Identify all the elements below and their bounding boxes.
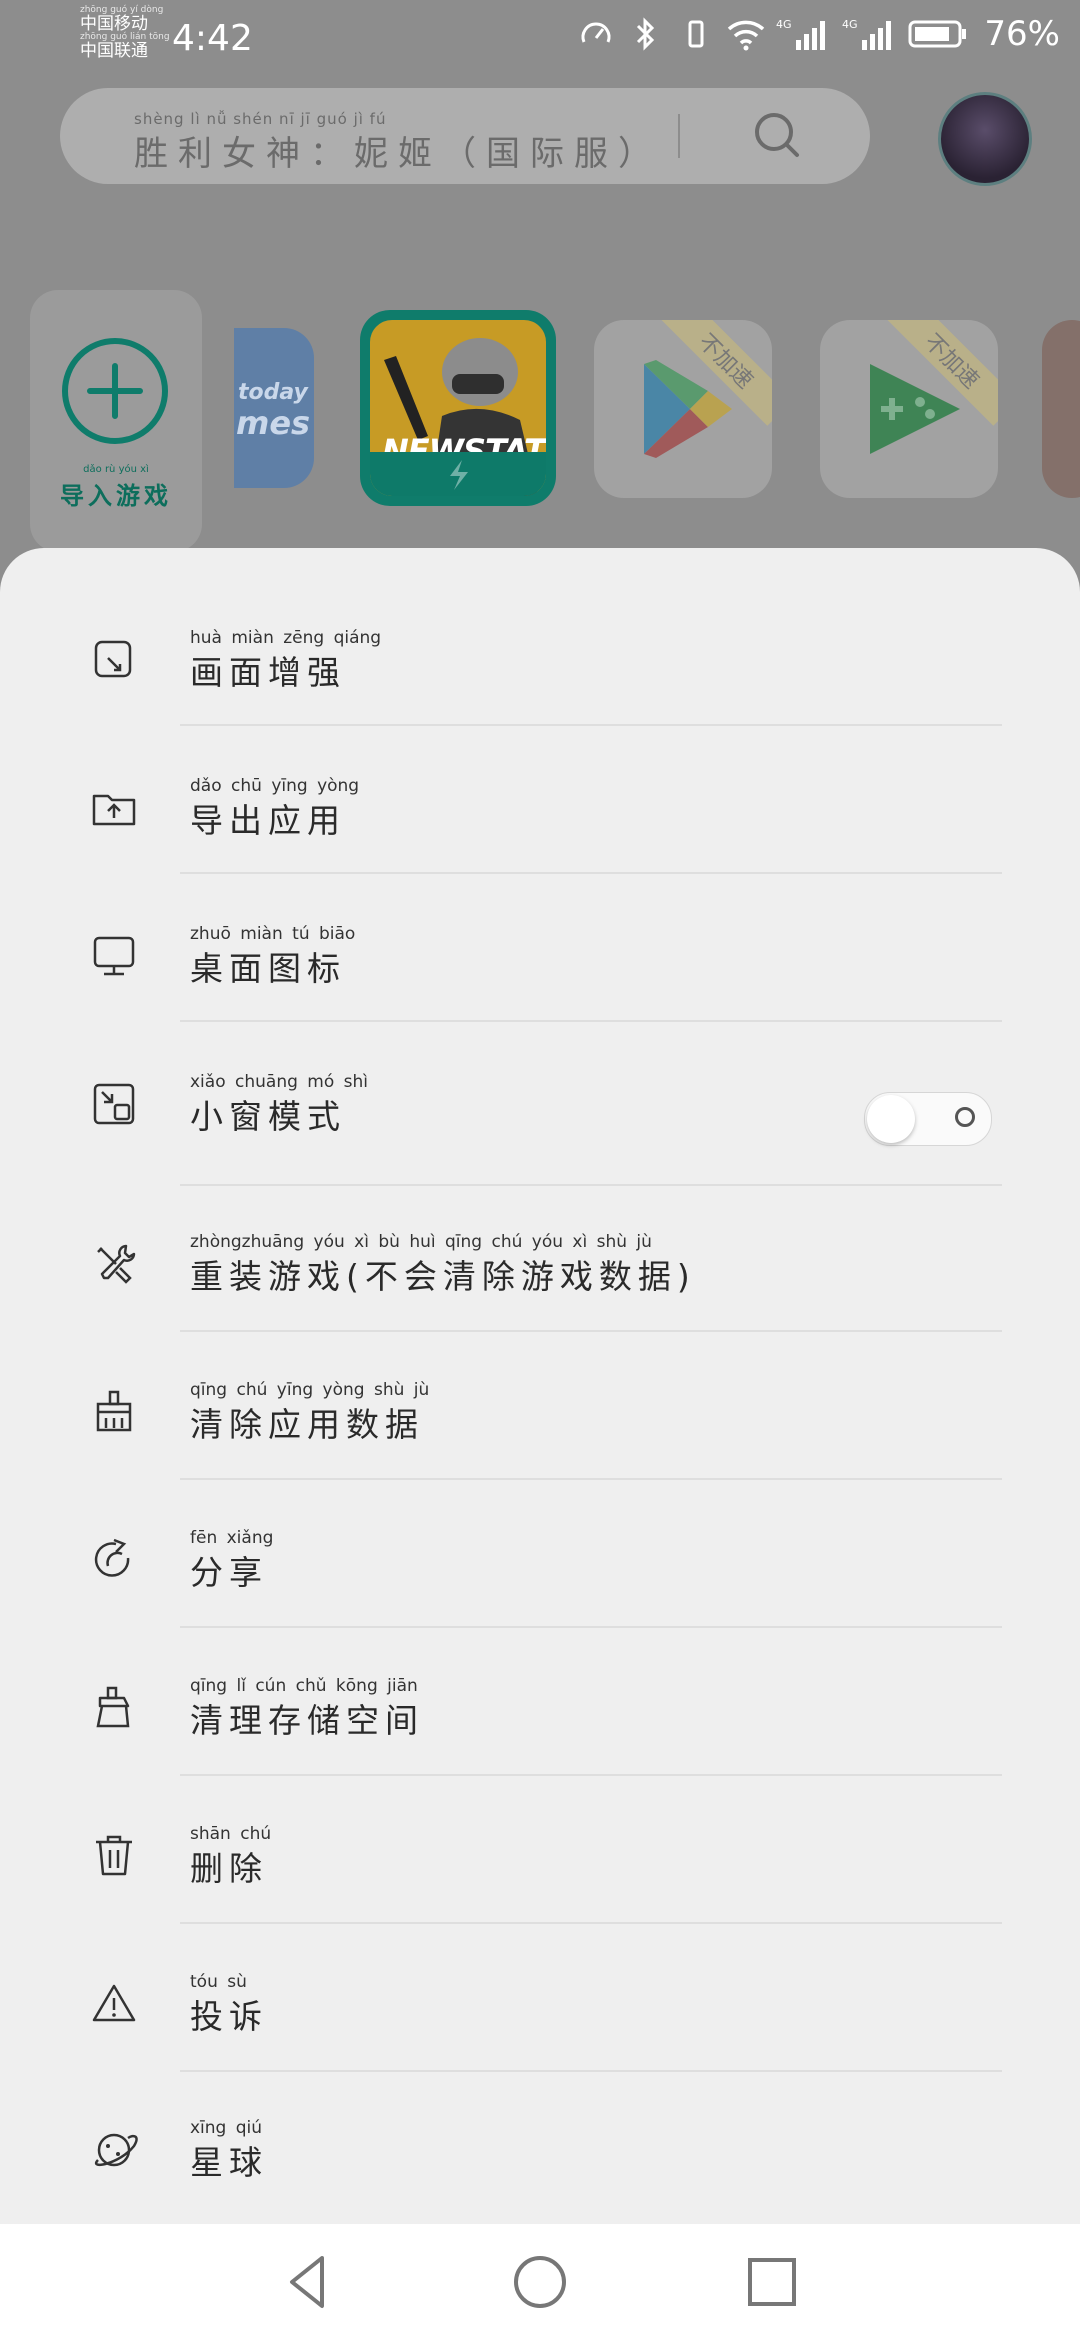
import-pinyin: dǎo rù yóu xì [83,464,149,475]
recents-icon[interactable] [742,2252,802,2312]
play-games-icon [870,364,960,454]
divider [180,872,1002,874]
menu-pinyin: huà miàn zēng qiáng [190,628,382,648]
toggle-knob [867,1095,915,1143]
game-tile-partial[interactable] [1042,320,1080,498]
clear-data-icon [96,1390,132,1432]
menu-label: 删除 [190,1849,268,1888]
game-shelf: dǎo rù yóu xì 导入游戏 today mes NEWSTATE [0,290,1080,560]
carrier2-label: 中国联通 [80,41,148,61]
vibrate-icon [676,14,716,54]
battery-percent: 76% [984,14,1060,54]
game-tile-today[interactable]: today mes [234,328,314,488]
small-window-toggle[interactable] [864,1092,992,1146]
divider [180,2070,1002,2072]
lightning-icon [450,460,468,490]
divider [180,1330,1002,1332]
divider [180,1922,1002,1924]
menu-label: 投诉 [190,1997,268,2036]
signal2-icon: 4G [842,14,898,54]
menu-pinyin: xīng qiú [190,2118,263,2138]
menu-pinyin: fēn xiǎng [190,1528,274,1548]
tools-icon [97,1244,136,1284]
divider [180,1626,1002,1628]
search-icon[interactable] [752,110,802,160]
search-text: 胜利女神：妮姬（国际服） [134,134,662,174]
clock: 4:42 [172,18,253,59]
wifi-icon [726,14,766,54]
battery-icon [908,14,968,54]
network2-label: 4G [842,18,858,31]
small-window-icon [93,1083,135,1125]
toggle-off-indicator [955,1107,975,1127]
export-folder-icon [92,794,136,826]
menu-label: 清除应用数据 [190,1405,424,1444]
status-bar: zhōng guó yí dòng 中国移动 zhōng guó lián tō… [0,0,1080,82]
network1-label: 4G [776,18,792,31]
menu-pinyin: qīng lǐ cún chǔ kōng jiān [190,1676,418,1696]
divider [180,1478,1002,1480]
menu-label: 分享 [190,1553,268,1592]
carrier1-label: 中国移动 [80,14,148,34]
newstate-artwork: NEWSTATE [370,320,546,496]
trash-icon [96,1835,132,1876]
warning-icon [92,1984,136,2022]
share-icon [94,1538,130,1577]
play-store-icon [644,360,732,458]
game-tile-play-games[interactable]: 不加速 [820,320,998,498]
menu-pinyin: xiǎo chuāng mó shì [190,1072,369,1092]
divider [180,1774,1002,1776]
game-tile-play-store[interactable]: 不加速 [594,320,772,498]
menu-pinyin: tóu sù [190,1972,247,1992]
menu-pinyin: shān chú [190,1824,272,1844]
today-text-2: mes [236,404,311,442]
planet-icon [94,2133,138,2167]
signal1-icon: 4G [776,14,832,54]
carrier-info: zhōng guó yí dòng 中国移动 zhōng guó lián tō… [80,6,170,61]
newstate-band [370,452,546,496]
divider [180,1184,1002,1186]
import-game-button[interactable]: dǎo rù yóu xì 导入游戏 [30,290,202,552]
home-icon[interactable] [510,2252,570,2312]
menu-pinyin: qīng chú yīng yòng shù jù [190,1380,430,1400]
search-bar[interactable]: shèng lì nǚ shén nī jī guó jì fú 胜利女神：妮姬… [60,88,870,184]
search-divider [678,114,680,158]
import-label: 导入游戏 [60,482,172,510]
menu-label: 星球 [190,2143,268,2182]
back-icon[interactable] [278,2252,338,2312]
add-circle-icon [62,338,168,444]
avatar[interactable] [938,92,1032,186]
game-tile-newstate[interactable]: NEWSTATE [360,310,556,506]
image-enhance-icon [94,640,132,678]
menu-pinyin: dǎo chū yīng yòng [190,776,360,796]
bluetooth-icon [626,14,666,54]
menu-label: 导出应用 [190,801,346,840]
menu-pinyin: zhòngzhuāng yóu xì bù huì qīng chú yóu x… [190,1232,652,1252]
menu-label: 清理存储空间 [190,1701,424,1740]
menu-label: 重装游戏(不会清除游戏数据) [190,1257,696,1296]
system-navigation-bar [0,2224,1080,2340]
menu-label: 小窗模式 [190,1097,346,1136]
monitor-icon [93,936,135,976]
action-sheet: huà miàn zēng qiáng 画面增强 dǎo chū yīng yò… [0,548,1080,2224]
divider [180,1020,1002,1022]
menu-label: 画面增强 [190,653,346,692]
menu-pinyin: zhuō miàn tú biāo [190,924,356,944]
clean-storage-icon [96,1686,130,1728]
data-speed-icon [576,14,616,54]
divider [180,724,1002,726]
today-text-1: today [238,380,308,405]
menu-label: 桌面图标 [190,949,346,988]
